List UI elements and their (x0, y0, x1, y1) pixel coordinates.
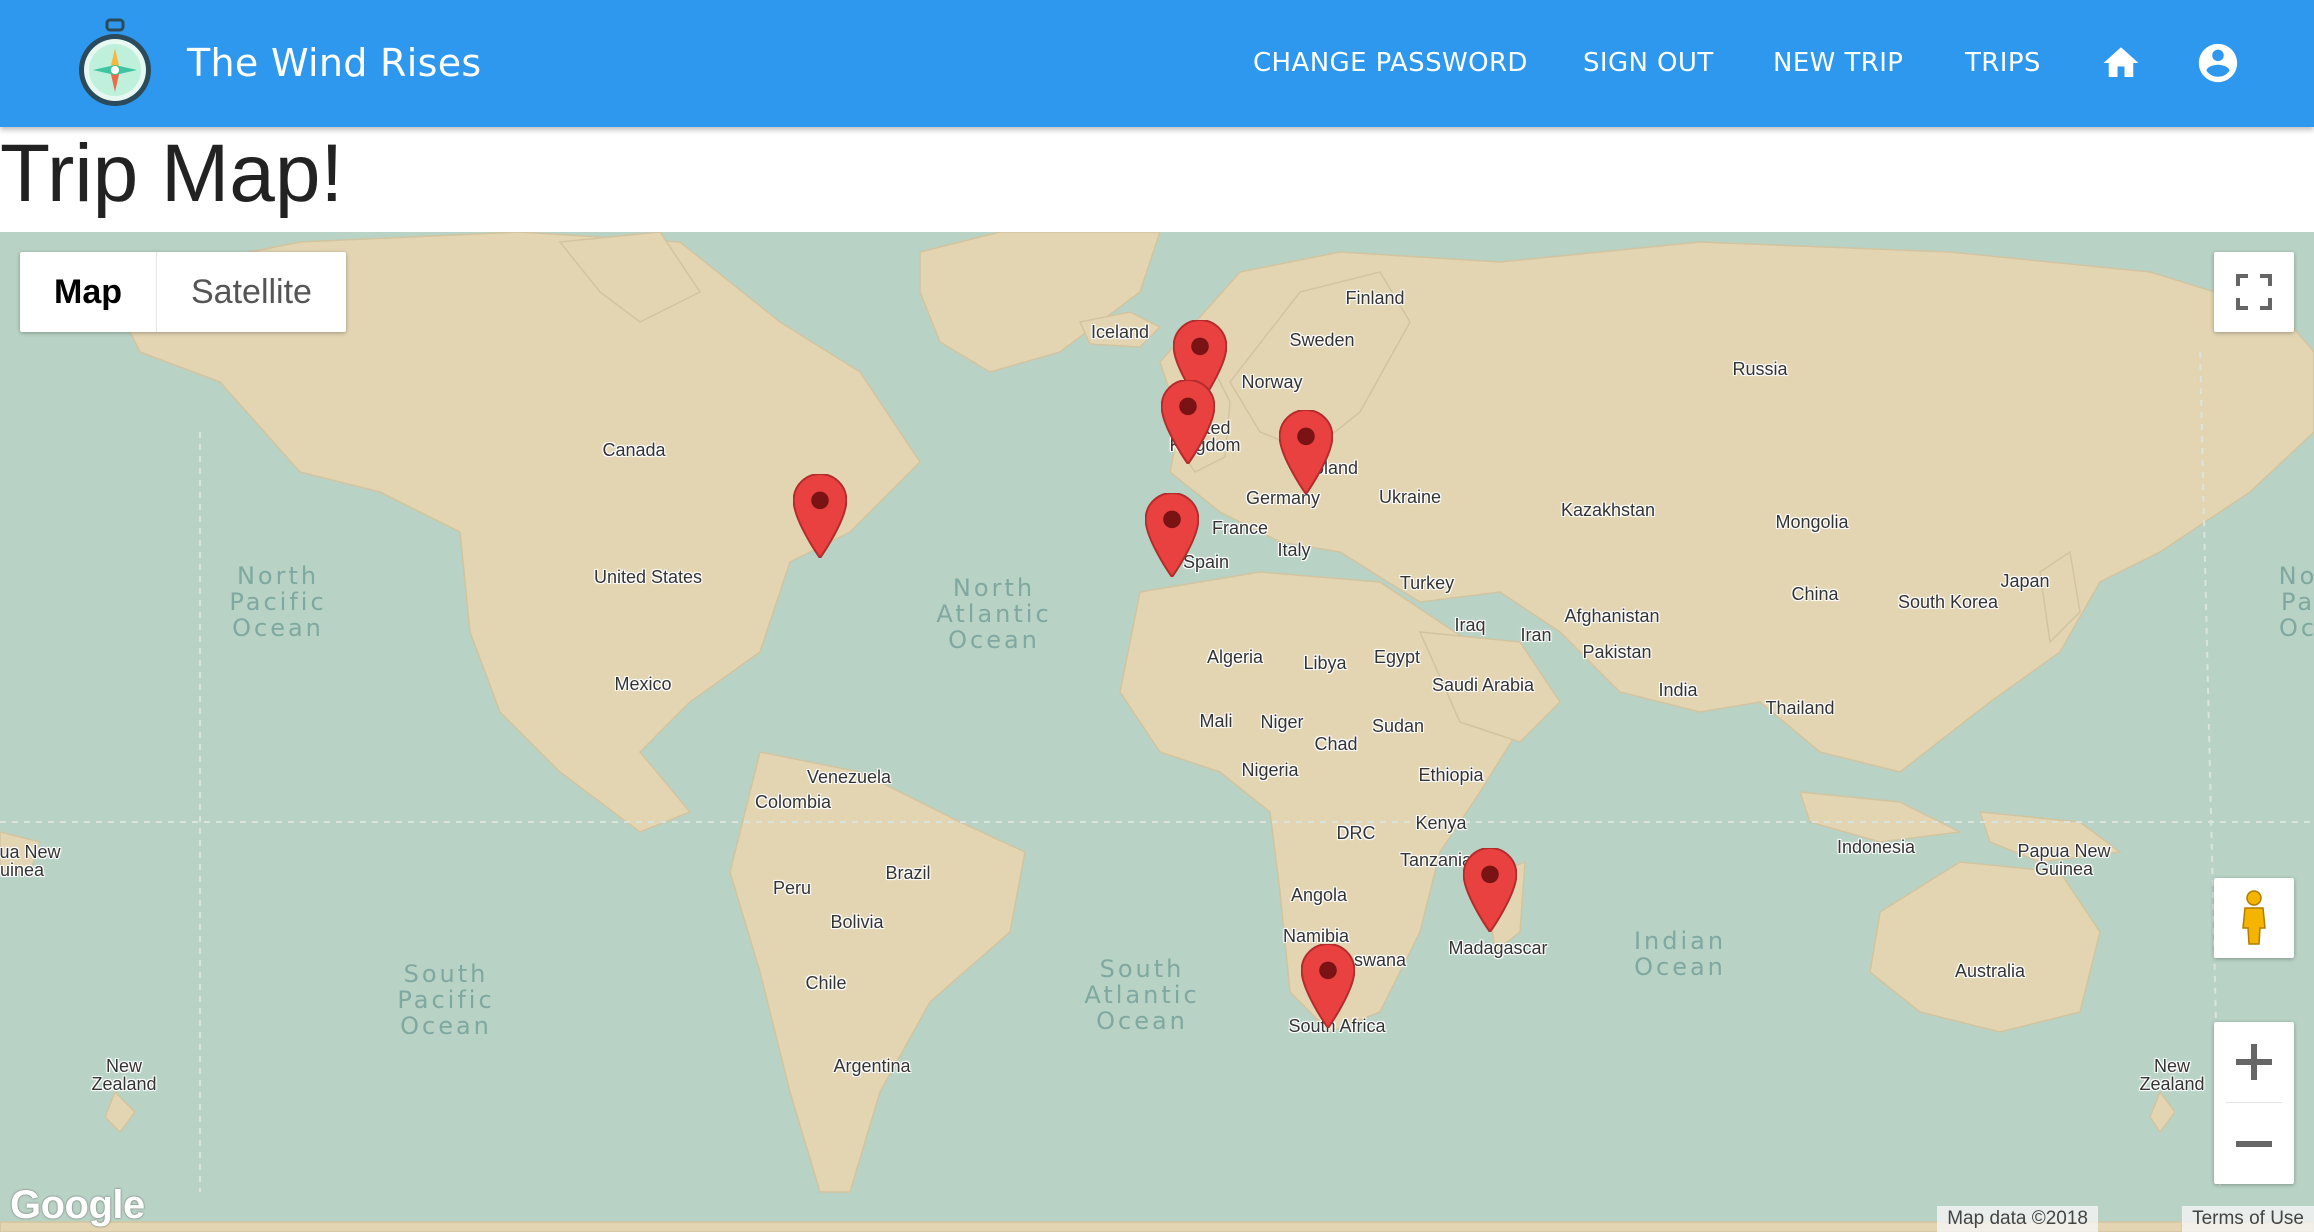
plus-icon (2236, 1044, 2272, 1080)
map-label: Iran (1520, 625, 1552, 645)
map-label: China (1791, 584, 1839, 604)
map-label: Egypt (1373, 647, 1421, 667)
map-label: Sudan (1371, 716, 1425, 736)
map-label: Papua New (2017, 841, 2111, 861)
home-icon[interactable] (2100, 42, 2142, 84)
map-label: Libya (1303, 653, 1347, 673)
map-label: Sweden (1289, 330, 1355, 350)
map-label: Canada (602, 440, 666, 460)
trip-marker-spain[interactable] (1145, 493, 1199, 577)
map-label: Mongolia (1775, 512, 1849, 532)
map-label: Niger (1260, 712, 1304, 732)
trip-marker-madagascar[interactable] (1463, 848, 1517, 932)
map-label: Zealand (2139, 1074, 2205, 1094)
map-label: Ukraine (1378, 487, 1442, 507)
map-label: Iceland (1090, 322, 1150, 342)
map-label: Zealand (91, 1074, 157, 1094)
map-label: Finland (1345, 288, 1405, 308)
map-label: Indonesia (1836, 837, 1916, 857)
map-base[interactable] (0, 232, 2314, 1232)
map-label: South Korea (1897, 592, 1999, 612)
account-circle-icon[interactable] (2195, 40, 2241, 86)
map-label: Madagascar (1448, 938, 1548, 958)
map-label: Saudi Arabia (1431, 675, 1535, 695)
sign-out-link[interactable]: SIGN OUT (1583, 0, 1714, 127)
map-label: swana (1353, 950, 1407, 970)
map-data-attribution: Map data ©2018 (1937, 1206, 2098, 1232)
map-label: Afghanistan (1564, 606, 1660, 626)
map-label: Thailand (1765, 698, 1835, 718)
map-label: Mexico (614, 674, 672, 694)
map-type-control: Map Satellite (20, 252, 346, 332)
map-label: Tanzania (1399, 850, 1473, 870)
map-label: Venezuela (806, 767, 892, 787)
map-label: Brazil (885, 863, 931, 883)
zoom-control (2214, 1022, 2294, 1184)
new-trip-link[interactable]: NEW TRIP (1773, 0, 1903, 127)
map-label: ua New (0, 842, 61, 862)
map-label: Angola (1290, 885, 1348, 905)
map-label: New (105, 1056, 143, 1076)
map-label: Australia (1954, 961, 2026, 981)
map-label: Argentina (833, 1056, 911, 1076)
fullscreen-button[interactable] (2214, 252, 2294, 332)
map-label: Nigeria (1241, 760, 1299, 780)
fullscreen-icon (2236, 274, 2272, 310)
map-label: France (1211, 518, 1269, 538)
map-type-satellite-button[interactable]: Satellite (157, 252, 346, 332)
map-label: India (1658, 680, 1698, 700)
ocean-label-south-pacific: South Pacific Ocean (397, 960, 495, 1040)
map-type-map-button[interactable]: Map (20, 252, 157, 332)
ocean-label-indian: Indian Ocean (1633, 927, 1727, 981)
trip-map[interactable]: North Pacific Ocean North Atlantic Ocean… (0, 232, 2314, 1232)
pegman-icon (2242, 890, 2266, 945)
minus-icon (2236, 1141, 2272, 1147)
ocean-label-north-atlantic: North Atlantic Ocean (936, 574, 1052, 654)
zoom-divider (2226, 1102, 2282, 1103)
map-label: DRC (1336, 823, 1376, 843)
map-label: Chad (1314, 734, 1358, 754)
zoom-out-button[interactable] (2214, 1104, 2294, 1184)
map-label: Kenya (1415, 813, 1467, 833)
app-title[interactable]: The Wind Rises (187, 0, 481, 127)
compass-logo-icon[interactable] (76, 18, 154, 110)
map-label: Pakistan (1582, 642, 1652, 662)
map-label: Colombia (754, 792, 832, 812)
trip-marker-south-africa[interactable] (1301, 944, 1355, 1028)
map-label: Russia (1732, 359, 1788, 379)
map-label: Norway (1241, 372, 1303, 392)
map-label: Kazakhstan (1560, 500, 1656, 520)
map-label: United States (593, 567, 703, 587)
map-label: Bolivia (830, 912, 884, 932)
street-view-pegman[interactable] (2214, 878, 2294, 958)
app-bar: The Wind Rises CHANGE PASSWORD SIGN OUT … (0, 0, 2314, 127)
google-logo[interactable]: Google (10, 1183, 145, 1228)
trip-marker-germany[interactable] (1279, 410, 1333, 494)
zoom-in-button[interactable] (2214, 1022, 2294, 1102)
map-label: Namibia (1282, 926, 1350, 946)
trip-marker-uk[interactable] (1161, 380, 1215, 464)
map-label: Italy (1277, 540, 1311, 560)
map-label: Mali (1199, 711, 1233, 731)
map-label: Iraq (1454, 615, 1486, 635)
map-label: Peru (772, 878, 812, 898)
map-label: New (2153, 1056, 2191, 1076)
map-label: Chile (805, 973, 847, 993)
map-label: Algeria (1206, 647, 1264, 667)
map-label: Ethiopia (1418, 765, 1484, 785)
trips-link[interactable]: TRIPS (1965, 0, 2041, 127)
page-title: Trip Map! (0, 128, 344, 219)
map-label: uinea (0, 860, 45, 880)
ocean-label-south-atlantic: South Atlantic Ocean (1084, 955, 1200, 1035)
ocean-label-north-pacific: North Pacific Ocean (229, 562, 327, 642)
map-label: Japan (2000, 571, 2050, 591)
terms-of-use-link[interactable]: Terms of Use (2181, 1206, 2314, 1232)
map-label: Turkey (1399, 573, 1455, 593)
change-password-link[interactable]: CHANGE PASSWORD (1253, 0, 1528, 127)
map-label: Guinea (2034, 859, 2094, 879)
trip-marker-usa-east[interactable] (793, 474, 847, 558)
ocean-label-north-pacific-edge: No Pa Oc (2278, 562, 2314, 642)
